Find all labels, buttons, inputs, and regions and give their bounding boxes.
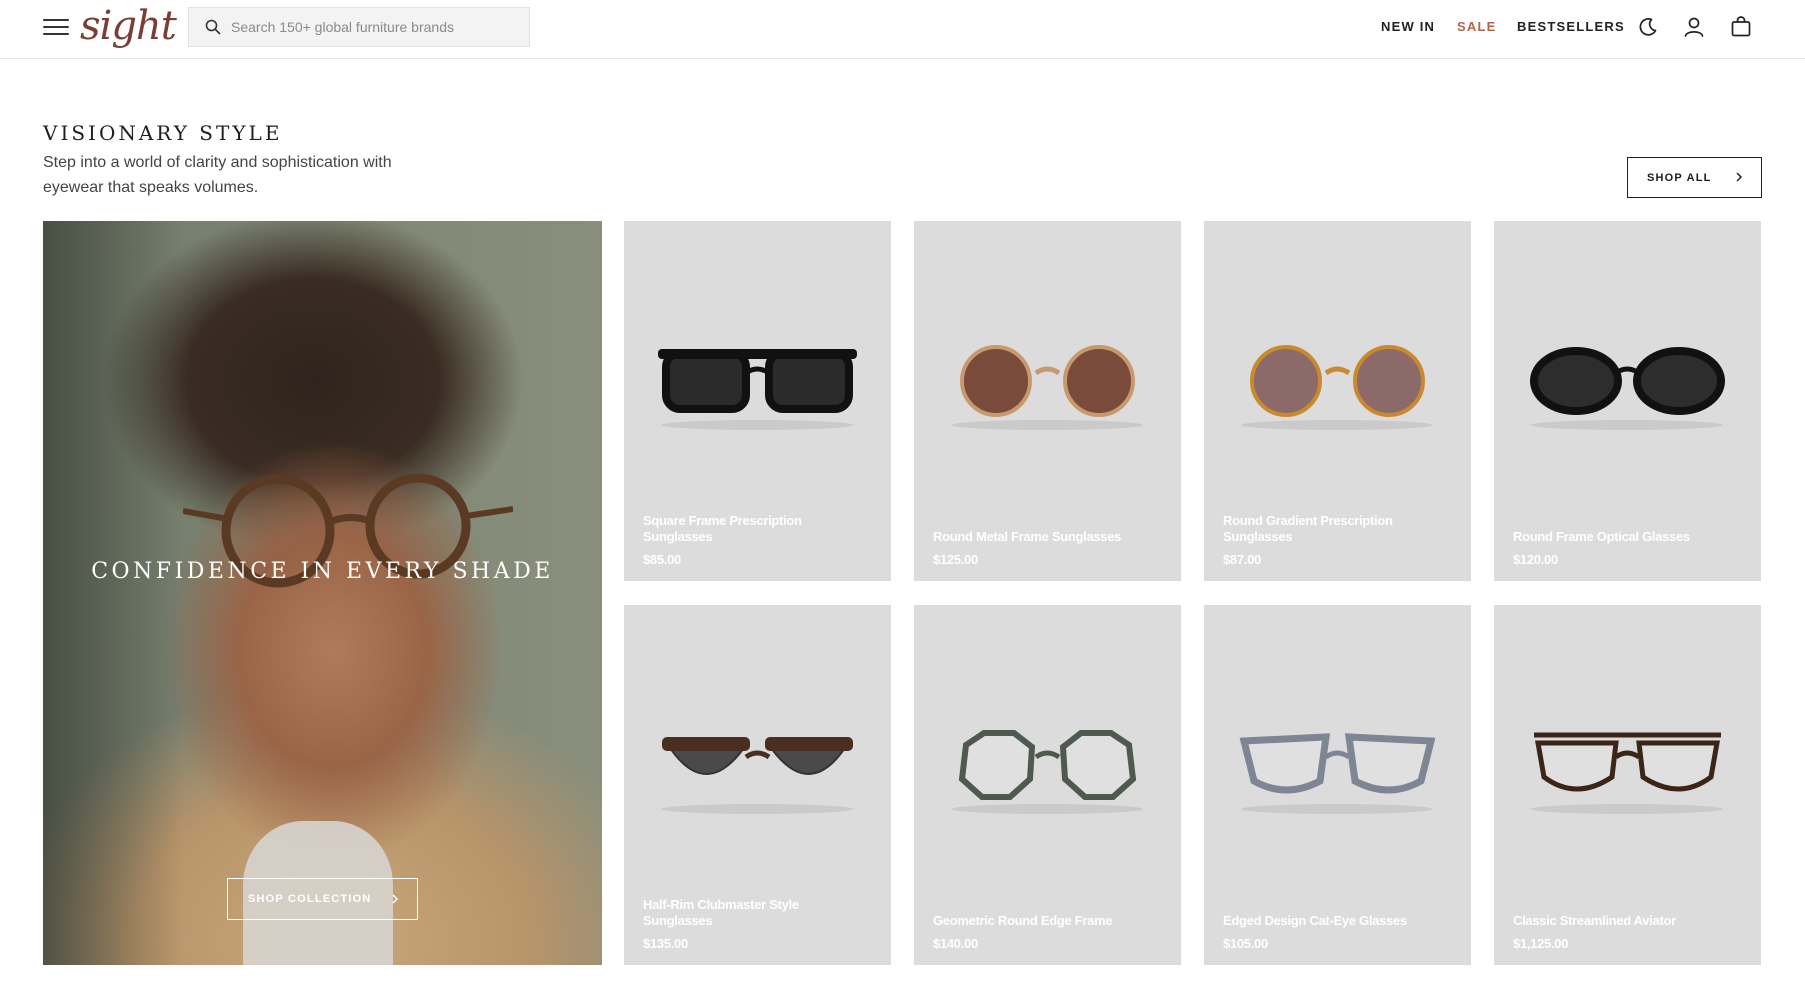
product-card[interactable]: Round Gradient Prescription Sunglasses $8… [1204,221,1471,581]
product-card[interactable]: Classic Streamlined Aviator $1,125.00 [1494,605,1761,965]
search-icon [205,19,221,35]
hero-shadow [43,221,183,965]
nav-sale[interactable]: SALE [1457,19,1496,34]
hero-banner[interactable]: CONFIDENCE IN EVERY SHADE SHOP COLLECTIO… [43,221,602,965]
product-card[interactable]: Square Frame Prescription Sunglasses $85.… [624,221,891,581]
product-image[interactable] [654,715,861,815]
product-name[interactable]: Square Frame Prescription Sunglasses [643,513,843,545]
nav-new-in[interactable]: NEW IN [1381,19,1435,34]
section-title: VISIONARY STYLE [43,121,283,145]
product-image[interactable] [944,715,1151,815]
product-name[interactable]: Edged Design Cat-Eye Glasses [1223,913,1423,929]
product-card[interactable]: Half-Rim Clubmaster Style Sunglasses $135… [624,605,891,965]
section-subtitle: Step into a world of clarity and sophist… [43,154,392,196]
shop-all-button[interactable]: SHOP ALL [1627,157,1762,198]
product-price: $125.00 [933,552,978,567]
chevron-right-icon [1736,172,1743,182]
hero-title: CONFIDENCE IN EVERY SHADE [91,559,554,584]
product-image[interactable] [654,331,861,431]
product-price: $87.00 [1223,552,1261,567]
product-price: $135.00 [643,936,688,951]
product-card[interactable]: Round Metal Frame Sunglasses $125.00 [914,221,1181,581]
product-card[interactable]: Geometric Round Edge Frame $140.00 [914,605,1181,965]
product-name[interactable]: Classic Streamlined Aviator [1513,913,1713,929]
product-name[interactable]: Round Metal Frame Sunglasses [933,529,1133,545]
shop-collection-button[interactable]: SHOP COLLECTION [227,878,418,920]
product-price: $140.00 [933,936,978,951]
product-image[interactable] [944,331,1151,431]
nav-bestsellers[interactable]: BESTSELLERS [1517,19,1625,34]
product-card[interactable]: Edged Design Cat-Eye Glasses $105.00 [1204,605,1471,965]
product-price: $85.00 [643,552,681,567]
chevron-right-icon [392,894,399,904]
product-name[interactable]: Round Gradient Prescription Sunglasses [1223,513,1423,545]
product-card[interactable]: Round Frame Optical Glasses $120.00 [1494,221,1761,581]
bag-icon[interactable] [1729,15,1753,39]
site-header: sight NEW IN SALE BESTSELLERS [0,0,1805,59]
shop-all-label: SHOP ALL [1647,171,1712,184]
product-image[interactable] [1234,331,1441,431]
product-image[interactable] [1524,331,1731,431]
logo[interactable]: sight [80,0,177,56]
product-name[interactable]: Half-Rim Clubmaster Style Sunglasses [643,897,843,929]
product-price: $1,125.00 [1513,936,1569,951]
product-name[interactable]: Geometric Round Edge Frame [933,913,1133,929]
product-price: $105.00 [1223,936,1268,951]
user-icon[interactable] [1682,15,1706,39]
search-input[interactable] [231,19,521,35]
product-image[interactable] [1524,715,1731,815]
product-image[interactable] [1234,715,1441,815]
moon-icon[interactable] [1636,15,1660,39]
menu-icon[interactable] [43,16,69,38]
shop-collection-label: SHOP COLLECTION [248,893,372,905]
product-price: $120.00 [1513,552,1558,567]
product-name[interactable]: Round Frame Optical Glasses [1513,529,1713,545]
search-bar[interactable] [188,7,530,47]
